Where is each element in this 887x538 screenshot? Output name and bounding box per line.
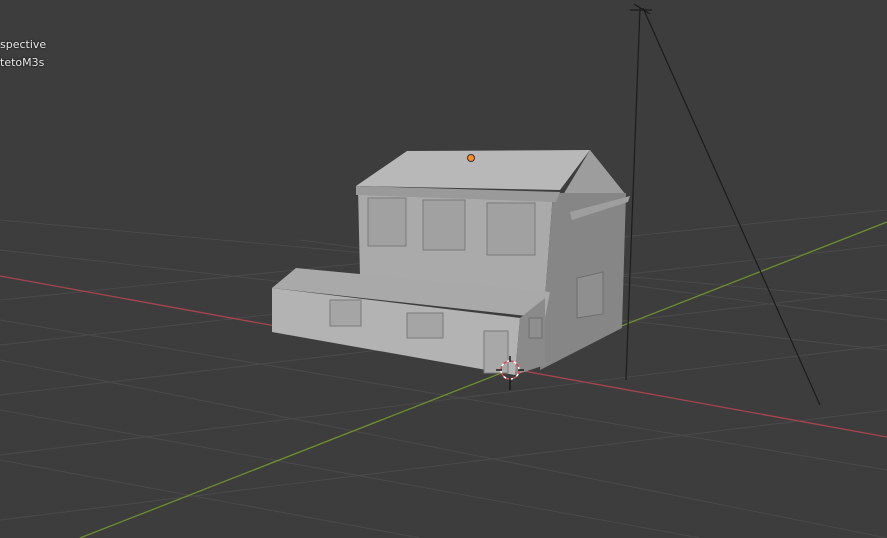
window-annex-2	[406, 312, 444, 339]
window-side	[576, 271, 604, 319]
window-annex-1	[329, 299, 362, 327]
door	[483, 330, 509, 374]
viewport-view-label: spective	[0, 38, 47, 51]
window-upper-1	[367, 197, 407, 247]
window-upper-3	[486, 202, 536, 256]
viewport-object-label: tetoM3s	[0, 56, 45, 69]
house-mesh[interactable]	[272, 150, 630, 375]
window-upper-2	[422, 199, 466, 251]
3d-viewport[interactable]: spective tetoM3s	[0, 0, 887, 538]
object-origin-icon[interactable]	[467, 154, 475, 162]
camera-wireframe-icon[interactable]	[625, 3, 821, 406]
window-annex-side	[528, 317, 543, 339]
viewport-scene[interactable]	[0, 0, 887, 538]
